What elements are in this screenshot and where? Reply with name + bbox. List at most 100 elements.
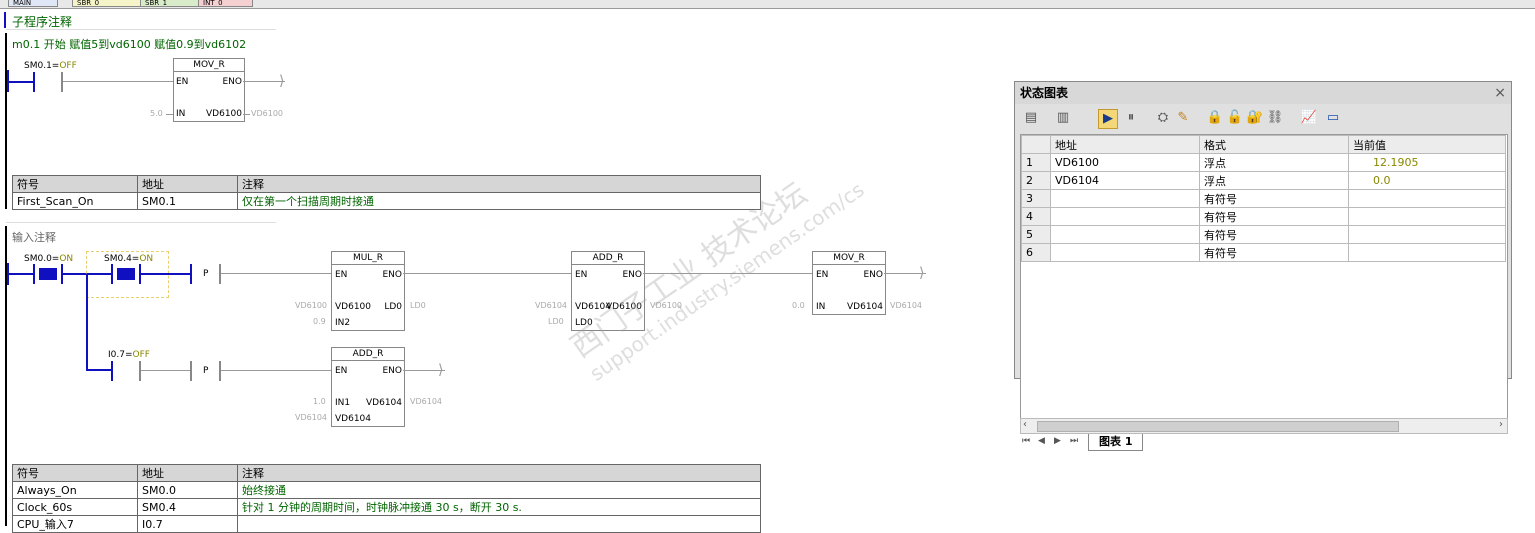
sheet-tab-chart1[interactable]: 图表 1 <box>1088 434 1144 451</box>
format-cell[interactable]: 有符号 <box>1199 207 1349 226</box>
address-cell[interactable] <box>1050 225 1200 244</box>
scroll-left-icon[interactable]: ‹ <box>1023 419 1027 430</box>
insert-row-icon[interactable]: ▤ <box>1022 109 1040 127</box>
address-cell[interactable] <box>1050 243 1200 262</box>
comment-cell: 针对 1 分钟的周期时间，时钟脉冲接通 30 s，断开 30 s. <box>237 498 761 516</box>
contact-sm00[interactable] <box>33 264 63 284</box>
scroll-right-icon[interactable]: › <box>1499 419 1503 430</box>
table-row[interactable]: 4 有符号 <box>1021 207 1506 226</box>
contact-label-sm00: SM0.0=ON <box>24 254 74 264</box>
table-row[interactable]: Always_On SM0.0 始终接通 <box>12 481 761 499</box>
col-format: 格式 <box>1199 135 1349 154</box>
table-row[interactable]: 6 有符号 <box>1021 243 1506 262</box>
contact-label-sm04: SM0.4=ON <box>104 254 154 264</box>
contact-sm04[interactable] <box>111 264 141 284</box>
p-contact-right <box>219 264 221 284</box>
tab-sbr0[interactable]: SBR_0 <box>72 0 142 7</box>
table-row[interactable]: 2 VD6104 浮点 0.0 <box>1021 171 1506 190</box>
table-row[interactable]: 1 VD6100 浮点 12.1905 <box>1021 153 1506 172</box>
read-forced-icon[interactable]: ⛓ <box>1266 109 1284 127</box>
box-title: ADD_R <box>332 349 404 361</box>
comment-cell: 仅在第一个扫描周期时接通 <box>237 192 761 210</box>
in2-pin: VD6104 <box>335 414 371 424</box>
col-symbol: 符号 <box>12 464 138 482</box>
value-cell: 12.1905 <box>1348 153 1506 172</box>
p-label: P <box>203 269 209 279</box>
subroutine-comment[interactable]: 子程序注释 <box>12 13 72 30</box>
in-pin: IN <box>816 302 826 312</box>
unforce-all-icon[interactable]: 🔐 <box>1246 109 1264 127</box>
row-number: 6 <box>1021 243 1051 262</box>
address-cell[interactable] <box>1050 189 1200 208</box>
last-sheet-icon[interactable]: ⏭ <box>1070 436 1078 446</box>
status-table: 地址 格式 当前值 1 VD6100 浮点 12.1905 2 VD6104 浮… <box>1021 135 1506 262</box>
operand-in1: VD6104 <box>535 301 567 310</box>
row-number-header <box>1021 135 1051 154</box>
out-pin: VD6104 <box>847 302 883 312</box>
format-cell[interactable]: 有符号 <box>1199 225 1349 244</box>
table-row[interactable]: Clock_60s SM0.4 针对 1 分钟的周期时间，时钟脉冲接通 30 s… <box>12 498 761 516</box>
rail-wire <box>9 81 35 83</box>
operand-out: LD0 <box>410 301 426 310</box>
table-row[interactable]: CPU_输入7 I0.7 <box>12 515 761 533</box>
address-cell[interactable]: VD6100 <box>1050 153 1200 172</box>
scroll-thumb[interactable] <box>1037 421 1399 432</box>
prev-sheet-icon[interactable]: ◀ <box>1038 436 1045 446</box>
close-icon[interactable]: × <box>1494 85 1506 101</box>
mov-r-box[interactable]: MOV_R EN ENO IN VD6100 <box>173 58 245 122</box>
mul-r-box[interactable]: MUL_R EN ENO VD6100 LD0 IN2 <box>331 251 405 331</box>
horizontal-scrollbar[interactable]: ‹ › <box>1020 418 1508 434</box>
read-icon[interactable]: ⛭ <box>1154 109 1172 127</box>
pause-icon[interactable]: ⏸ <box>1122 109 1140 127</box>
first-sheet-icon[interactable]: ⏮ <box>1022 436 1030 446</box>
tab-sbr1[interactable]: SBR_1 <box>140 0 200 7</box>
box-title: MUL_R <box>332 253 404 265</box>
delete-row-icon[interactable]: ▥ <box>1054 109 1072 127</box>
trend-view-icon[interactable]: 📈 <box>1300 109 1318 127</box>
tab-main[interactable]: MAIN <box>8 0 58 7</box>
arrow-icon: ⟩ <box>438 362 444 378</box>
row-number: 5 <box>1021 225 1051 244</box>
table-row[interactable]: 5 有符号 <box>1021 225 1506 244</box>
mov-r-box-2[interactable]: MOV_R EN ENO IN VD6104 <box>812 251 886 315</box>
status-chart-window: 状态图表 × ▤ ▥ ▶ ⏸ ⛭ ✎ 🔒 🔓 🔐 ⛓ 📈 ▭ 地址 格式 当前值… <box>1014 81 1512 451</box>
in-pin: IN <box>176 109 186 119</box>
format-cell[interactable]: 浮点 <box>1199 153 1349 172</box>
next-sheet-icon[interactable]: ▶ <box>1054 436 1061 446</box>
p-label: P <box>203 366 209 376</box>
force-icon[interactable]: 🔒 <box>1206 109 1224 127</box>
value-cell: 0.0 <box>1348 171 1506 190</box>
operand-in: 5.0 <box>150 109 163 118</box>
col-address: 地址 <box>137 175 238 193</box>
address-cell[interactable]: VD6104 <box>1050 171 1200 190</box>
contact-sm01[interactable] <box>33 72 63 92</box>
status-grid: 地址 格式 当前值 1 VD6100 浮点 12.1905 2 VD6104 浮… <box>1020 134 1508 420</box>
write-icon[interactable]: ✎ <box>1174 109 1192 127</box>
chart-execution-icon[interactable]: ▶ <box>1098 109 1118 129</box>
format-cell[interactable]: 浮点 <box>1199 171 1349 190</box>
value-cell <box>1348 243 1506 262</box>
unforce-icon[interactable]: 🔓 <box>1226 109 1244 127</box>
wire <box>403 273 572 274</box>
address-cell[interactable] <box>1050 207 1200 226</box>
tab-int0[interactable]: INT_0 <box>198 0 253 7</box>
table-row[interactable]: 3 有符号 <box>1021 189 1506 208</box>
address-cell: SM0.4 <box>137 498 238 516</box>
table-row[interactable]: First_Scan_On SM0.1 仅在第一个扫描周期时接通 <box>12 192 761 210</box>
contact-i07[interactable] <box>111 361 141 381</box>
in1-pin: IN1 <box>335 398 351 408</box>
rail-wire <box>9 273 35 275</box>
operand-in2: LD0 <box>548 317 564 326</box>
network1-comment[interactable]: m0.1 开始 赋值5到vd6100 赋值0.9到vd6102 <box>12 36 246 52</box>
wire <box>63 81 173 82</box>
add-r-box-2[interactable]: ADD_R EN ENO IN1 VD6104 VD6104 <box>331 347 405 427</box>
wire <box>243 114 250 115</box>
arrow-icon: ⟩ <box>279 73 285 89</box>
symbol-cell: Clock_60s <box>12 498 138 516</box>
p-contact-left <box>190 264 192 284</box>
format-cell[interactable]: 有符号 <box>1199 243 1349 262</box>
format-cell[interactable]: 有符号 <box>1199 189 1349 208</box>
toggle-format-icon[interactable]: ▭ <box>1324 109 1342 127</box>
out-pin: LD0 <box>384 302 402 312</box>
network2-comment[interactable]: 输入注释 <box>12 229 56 245</box>
